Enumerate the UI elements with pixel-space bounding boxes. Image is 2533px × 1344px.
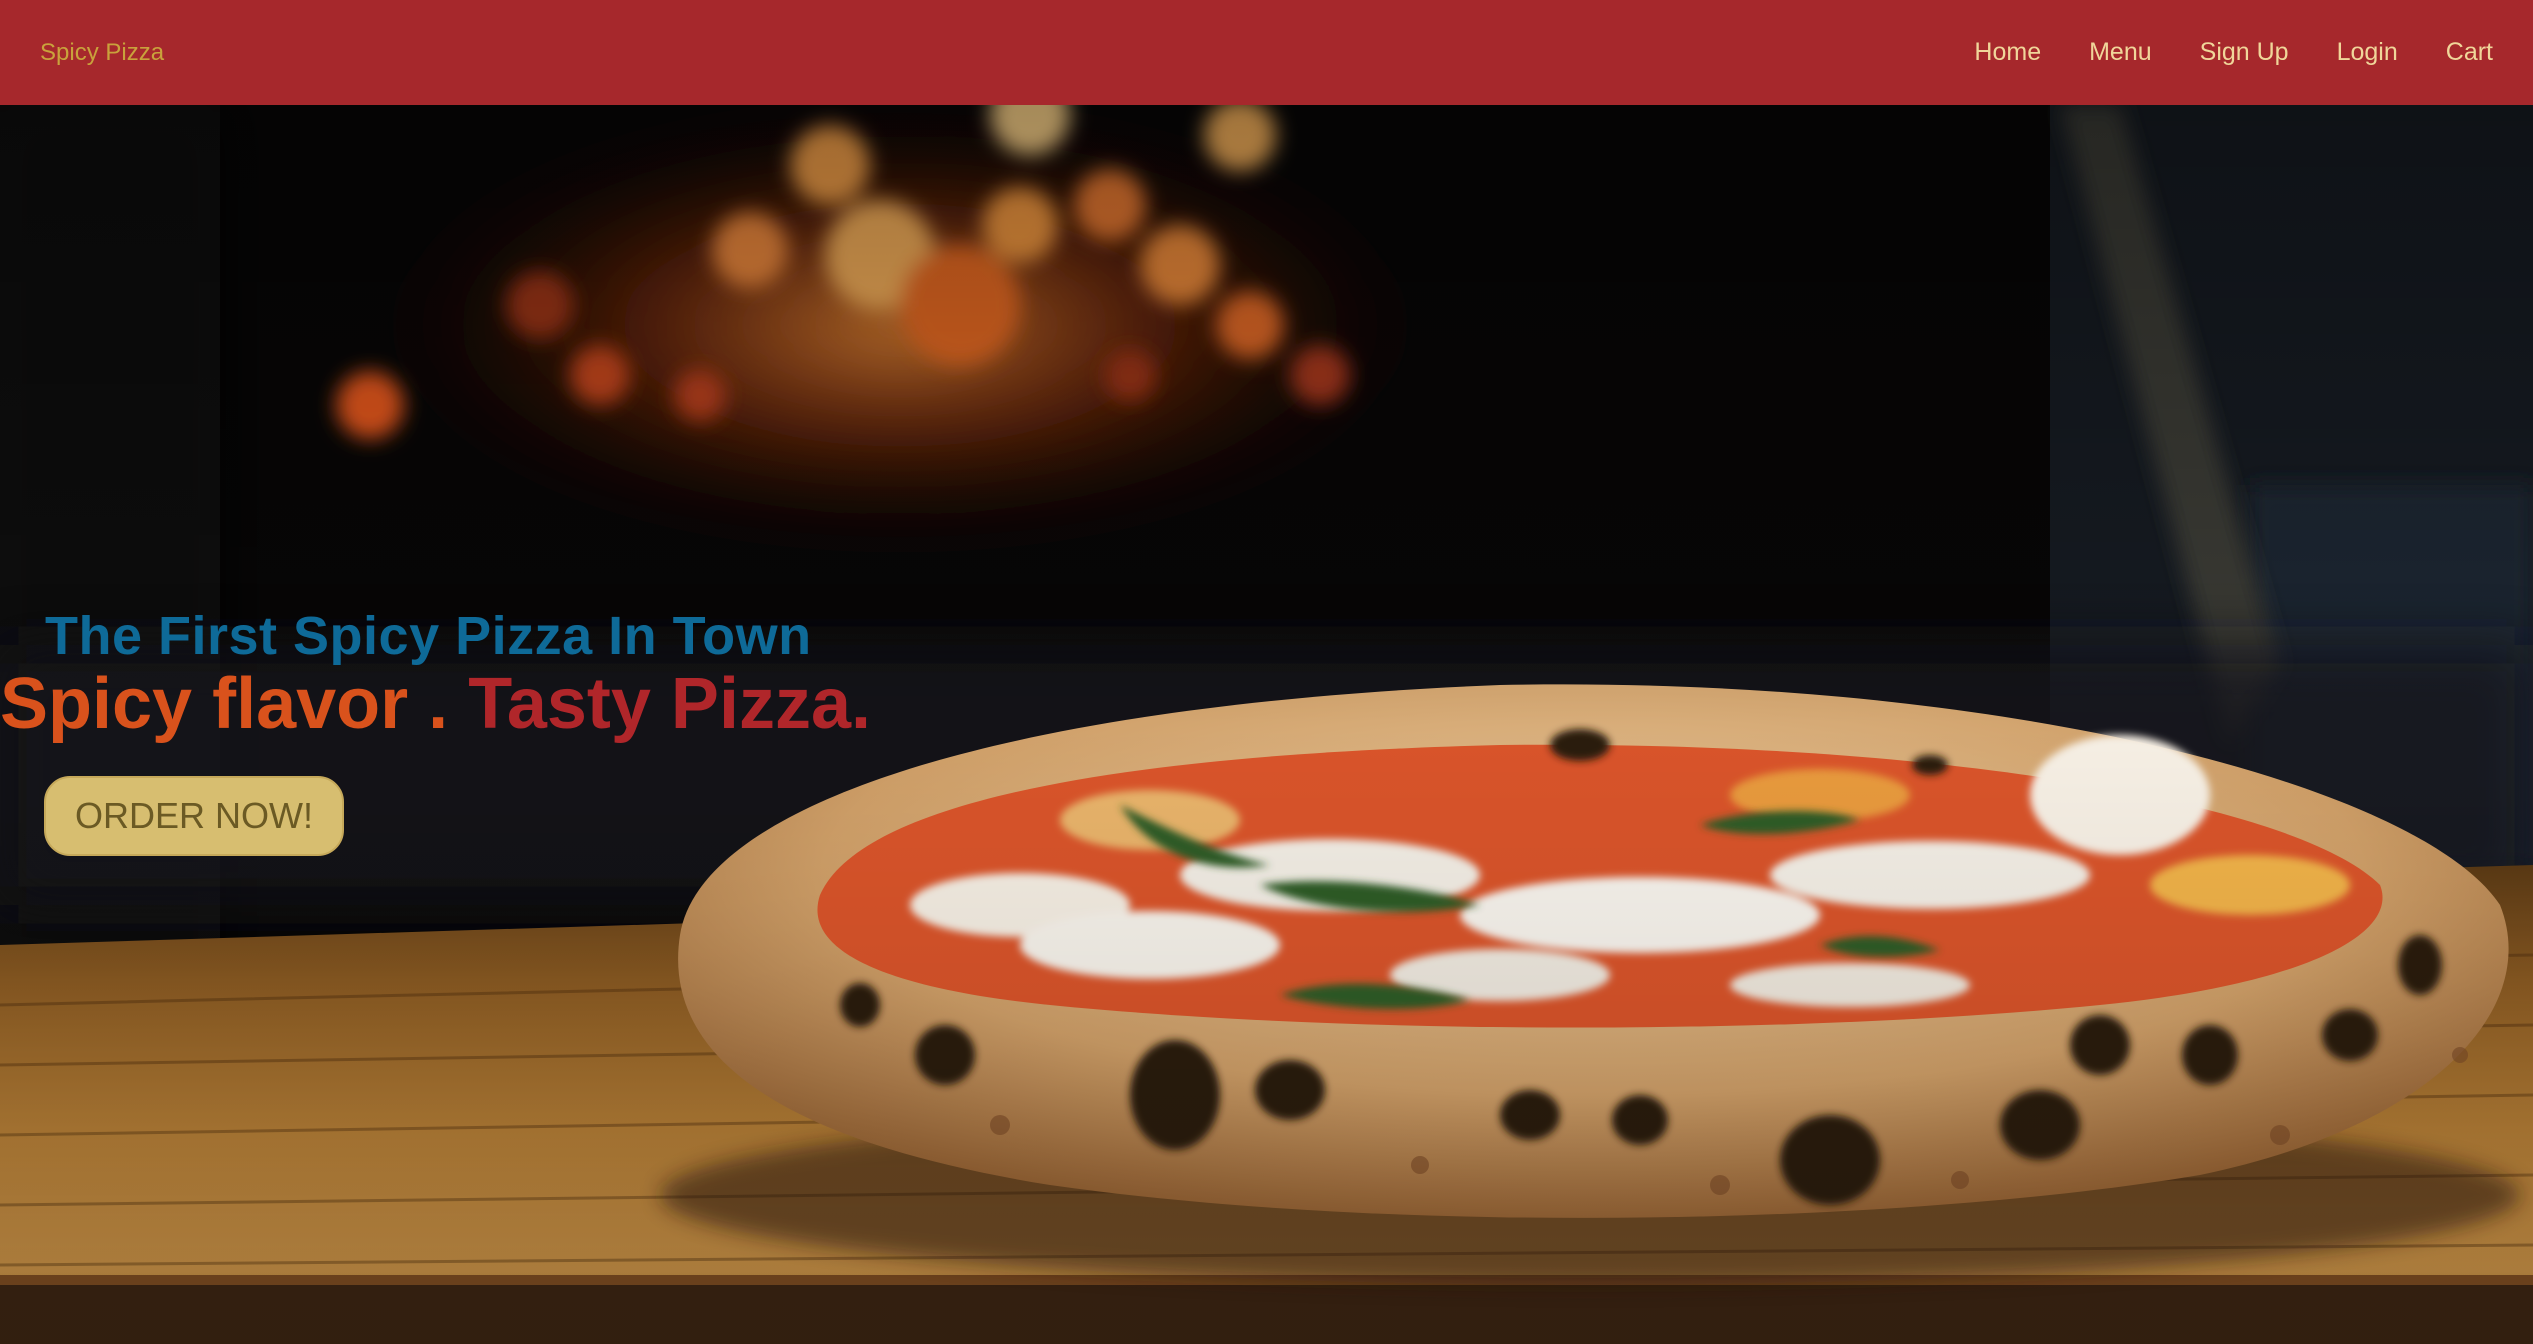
hero-headline: Spicy flavor . Tasty Pizza. (0, 663, 871, 745)
navbar: Spicy Pizza Home Menu Sign Up Login Cart (0, 0, 2533, 105)
brand-logo-link[interactable]: Spicy Pizza (40, 39, 164, 67)
order-now-button[interactable]: ORDER NOW! (44, 776, 344, 856)
nav-links: Home Menu Sign Up Login Cart (1926, 38, 2493, 67)
nav-link-menu[interactable]: Menu (2089, 38, 2152, 67)
headline-tasty-pizza: Tasty Pizza. (468, 664, 872, 744)
hero-tagline: The First Spicy Pizza In Town (45, 606, 812, 666)
nav-link-sign-up[interactable]: Sign Up (2200, 38, 2289, 67)
nav-link-home[interactable]: Home (1974, 38, 2041, 67)
nav-link-login[interactable]: Login (2337, 38, 2398, 67)
headline-spicy-flavor: Spicy flavor . (0, 664, 469, 744)
hero-section: The First Spicy Pizza In Town Spicy flav… (0, 105, 2533, 1344)
nav-link-cart[interactable]: Cart (2446, 38, 2493, 67)
